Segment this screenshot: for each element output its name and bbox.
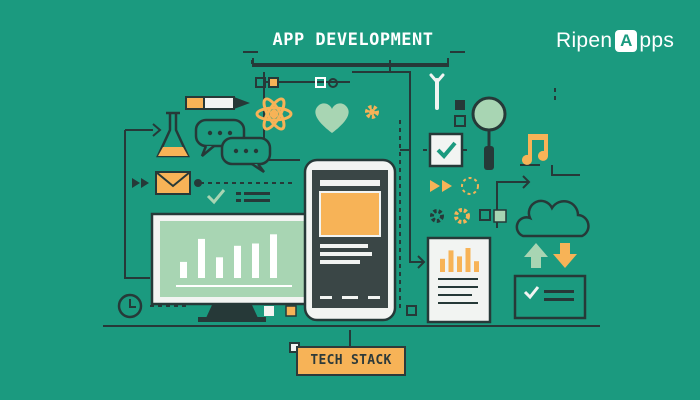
logo-text-start: Ripen bbox=[556, 29, 613, 52]
cloud-icon bbox=[515, 199, 590, 238]
monitor-chart-bar bbox=[198, 238, 205, 278]
document-chart-bar bbox=[448, 250, 454, 272]
tech-stack-label: TECH STACK bbox=[296, 346, 406, 376]
logo-letter-badge: A bbox=[615, 30, 638, 52]
document-chart-bar bbox=[440, 258, 445, 272]
flask-icon bbox=[156, 111, 190, 158]
document-chart-bar bbox=[474, 261, 479, 272]
document-chart-icon bbox=[426, 236, 492, 324]
upload-arrow-icon bbox=[524, 243, 548, 268]
magnifier-icon bbox=[471, 96, 507, 170]
fast-forward-icon bbox=[132, 178, 149, 188]
monitor-chart-bar bbox=[234, 245, 241, 278]
fast-forward-orange-icon bbox=[430, 180, 452, 192]
checklist-icon bbox=[513, 274, 587, 320]
document-chart-bar bbox=[457, 256, 462, 272]
smartphone-icon bbox=[303, 158, 397, 322]
brand-logo[interactable]: Ripen A pps bbox=[556, 28, 674, 54]
logo-text-end: pps bbox=[639, 29, 675, 52]
heart-icon bbox=[315, 103, 349, 133]
checkbox-icon bbox=[428, 132, 464, 168]
chat-bubbles-icon bbox=[194, 118, 272, 174]
clock-icon bbox=[117, 293, 143, 319]
document-chart-bar bbox=[465, 248, 471, 272]
monitor-chart-bar bbox=[180, 261, 187, 278]
atom-icon bbox=[255, 97, 293, 131]
envelope-icon bbox=[155, 171, 191, 195]
monitor-chart-bar bbox=[216, 257, 223, 278]
wrench-icon bbox=[429, 73, 445, 110]
download-arrow-icon bbox=[553, 243, 577, 268]
pencil-icon bbox=[185, 96, 250, 110]
music-note-icon bbox=[522, 134, 548, 165]
tech-illustration bbox=[103, 51, 600, 353]
monitor-chart-bar bbox=[252, 243, 259, 278]
illustration-canvas: APP DEVELOPMENT Ripen A pps TECH STACK bbox=[0, 0, 700, 400]
monitor-chart-bar bbox=[270, 234, 277, 278]
page-title: APP DEVELOPMENT bbox=[272, 30, 434, 50]
